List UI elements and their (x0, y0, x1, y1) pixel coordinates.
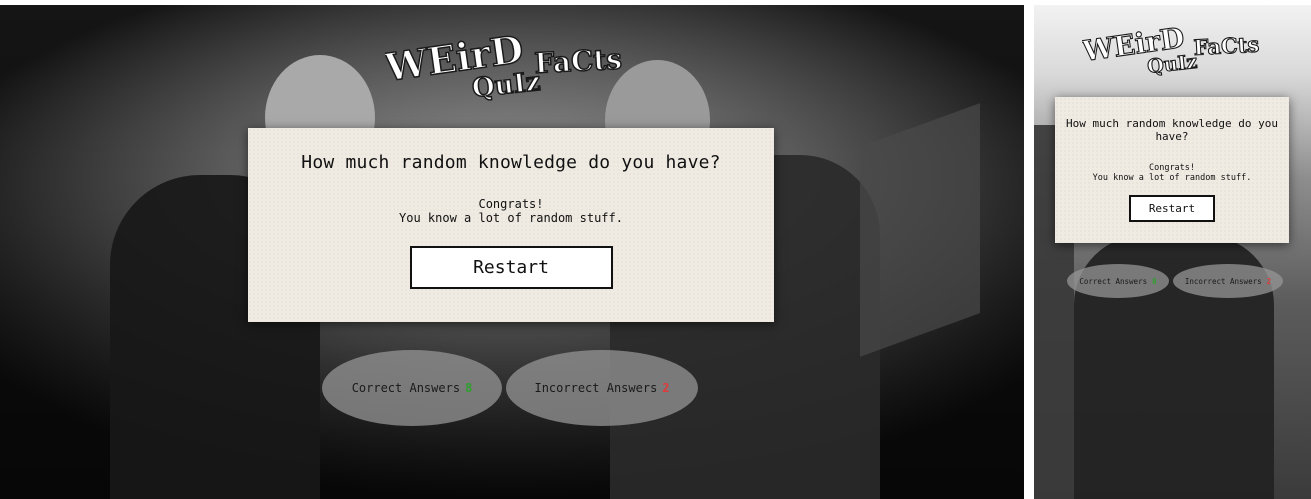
result-line-1-mobile: Congrats! (1148, 163, 1196, 173)
quiz-result-card: How much random knowledge do you have? C… (248, 128, 774, 322)
result-message: Congrats! You know a lot of random stuff… (248, 197, 774, 225)
restart-button-mobile[interactable]: Restart (1129, 195, 1215, 222)
correct-answers-badge-mobile: Correct Answers 8 (1067, 264, 1169, 298)
site-logo-mobile: WEirD QuIz FaCts (1082, 15, 1272, 77)
logo-word-quiz: QuIz (471, 67, 542, 101)
quiz-question-mobile: How much random knowledge do you have? (1066, 117, 1278, 143)
quiz-result-card-mobile: How much random knowledge do you have? C… (1055, 97, 1289, 243)
quiz-question: How much random knowledge do you have? (301, 152, 721, 173)
site-logo: WEirD QuIz FaCts (385, 19, 640, 101)
incorrect-answers-count-mobile: 2 (1266, 276, 1272, 286)
incorrect-answers-badge-mobile: Incorrect Answers 2 (1173, 264, 1283, 298)
correct-answers-label: Correct Answers (351, 381, 461, 395)
correct-answers-count-mobile: 8 (1152, 276, 1157, 286)
correct-answers-label-mobile: Correct Answers (1079, 276, 1148, 286)
blinds-shape (860, 103, 980, 357)
logo-word-facts-mobile: FaCts (1193, 32, 1260, 60)
mobile-view: WEirD QuIz FaCts How much random knowled… (1034, 5, 1311, 499)
result-line-1: Congrats! (478, 197, 544, 211)
logo-word-facts: FaCts (534, 42, 623, 80)
restart-button[interactable]: Restart (409, 246, 613, 289)
desktop-view: WEirD QuIz FaCts How much random knowled… (0, 5, 1024, 499)
incorrect-answers-label: Incorrect Answers (534, 381, 658, 395)
result-line-2-mobile: You know a lot of random stuff. (1092, 173, 1252, 183)
result-line-2: You know a lot of random stuff. (399, 211, 623, 225)
incorrect-answers-label-mobile: Incorrect Answers (1184, 276, 1262, 286)
incorrect-answers-badge: Incorrect Answers 2 (506, 350, 698, 426)
correct-answers-count: 8 (465, 381, 473, 395)
incorrect-answers-count: 2 (662, 381, 670, 395)
logo-word-quiz-mobile: QuIz (1146, 51, 1198, 77)
result-message-mobile: Congrats! You know a lot of random stuff… (1055, 163, 1289, 183)
correct-answers-badge: Correct Answers 8 (322, 350, 502, 426)
